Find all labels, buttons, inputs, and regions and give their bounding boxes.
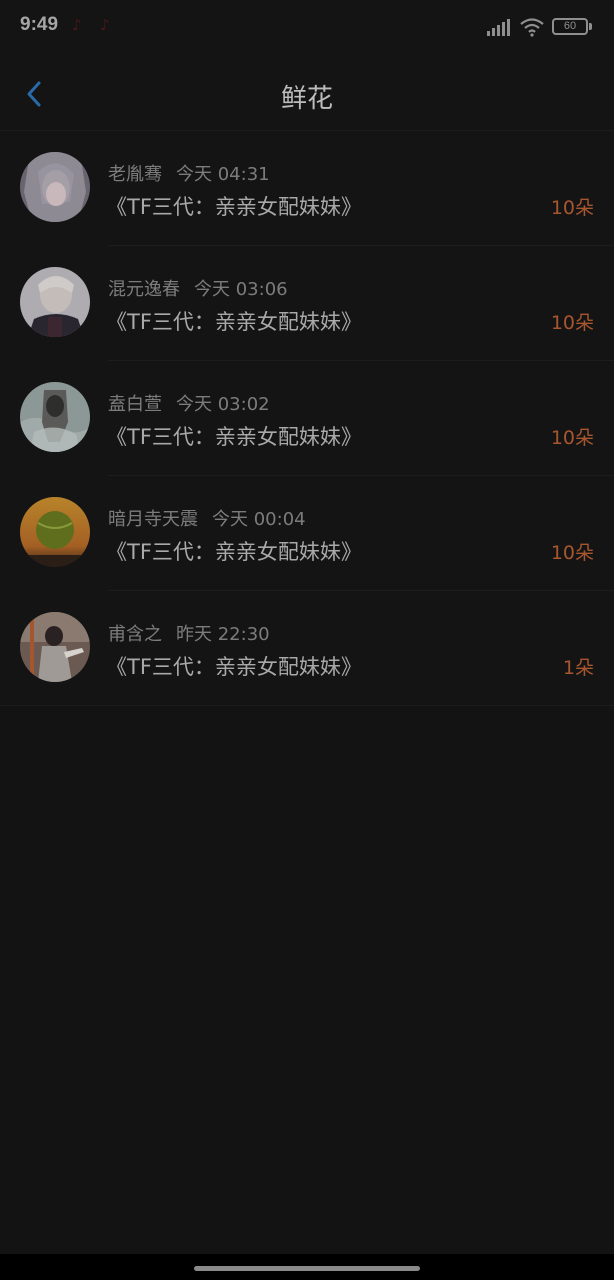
user-name-row: 混元逸春 今天 03:06	[108, 275, 288, 301]
music-notification-icon: ♪	[100, 16, 110, 34]
battery-icon: 60	[552, 18, 588, 35]
divider	[0, 705, 614, 706]
book-title[interactable]: 《TF三代：亲亲女配妹妹》	[106, 191, 362, 221]
avatar-image	[20, 612, 90, 682]
user-name-row: 盍白萱 今天 03:02	[108, 390, 270, 416]
flower-count: 1朵	[562, 657, 594, 679]
nav-bar: 鲜花	[0, 52, 614, 131]
list-item[interactable]: 盍白萱 今天 03:02 《TF三代：亲亲女配妹妹》 10朵	[0, 361, 614, 476]
battery-cap	[589, 23, 592, 30]
timestamp: 今天 00:04	[212, 509, 306, 530]
music-notification-icon: ♪	[72, 16, 82, 34]
user-name[interactable]: 暗月寺天震	[108, 509, 198, 530]
list-item[interactable]: 混元逸春 今天 03:06 《TF三代：亲亲女配妹妹》 10朵	[0, 246, 614, 361]
list-item[interactable]: 甫含之 昨天 22:30 《TF三代：亲亲女配妹妹》 1朵	[0, 591, 614, 706]
signal-icon	[487, 19, 510, 36]
timestamp: 昨天 22:30	[176, 624, 270, 645]
status-time: 9:49	[20, 14, 59, 35]
book-title[interactable]: 《TF三代：亲亲女配妹妹》	[106, 421, 362, 451]
wifi-icon	[520, 18, 544, 37]
avatar[interactable]	[20, 267, 90, 337]
user-name-row: 暗月寺天震 今天 00:04	[108, 505, 306, 531]
user-name[interactable]: 混元逸春	[108, 279, 180, 300]
avatar[interactable]	[20, 152, 90, 222]
avatar-image	[20, 382, 90, 452]
book-title[interactable]: 《TF三代：亲亲女配妹妹》	[106, 306, 362, 336]
home-indicator[interactable]	[194, 1266, 420, 1271]
status-bar: 9:49 ♪ ♪ 60	[0, 0, 614, 52]
list-item[interactable]: 老胤骞 今天 04:31 《TF三代：亲亲女配妹妹》 10朵	[0, 131, 614, 246]
avatar-image	[20, 267, 90, 337]
timestamp: 今天 03:06	[194, 279, 288, 300]
page-title: 鲜花	[280, 84, 333, 114]
avatar[interactable]	[20, 497, 90, 567]
avatar-image	[20, 497, 90, 567]
flower-count: 10朵	[550, 542, 594, 564]
list-item[interactable]: 暗月寺天震 今天 00:04 《TF三代：亲亲女配妹妹》 10朵	[0, 476, 614, 591]
user-name-row: 甫含之 昨天 22:30	[108, 620, 270, 646]
avatar[interactable]	[20, 612, 90, 682]
book-title[interactable]: 《TF三代：亲亲女配妹妹》	[106, 536, 362, 566]
flower-count: 10朵	[550, 427, 594, 449]
avatar-image	[20, 152, 90, 222]
avatar[interactable]	[20, 382, 90, 452]
timestamp: 今天 04:31	[176, 164, 270, 185]
book-title[interactable]: 《TF三代：亲亲女配妹妹》	[106, 651, 362, 681]
flower-list: 老胤骞 今天 04:31 《TF三代：亲亲女配妹妹》 10朵 混元逸春 今天 03:…	[0, 131, 614, 706]
flower-count: 10朵	[550, 197, 594, 219]
user-name-row: 老胤骞 今天 04:31	[108, 160, 270, 186]
user-name[interactable]: 盍白萱	[108, 394, 162, 415]
flower-count: 10朵	[550, 312, 594, 334]
user-name[interactable]: 甫含之	[108, 624, 162, 645]
user-name[interactable]: 老胤骞	[108, 164, 162, 185]
timestamp: 今天 03:02	[176, 394, 270, 415]
battery-level: 60	[563, 20, 577, 32]
